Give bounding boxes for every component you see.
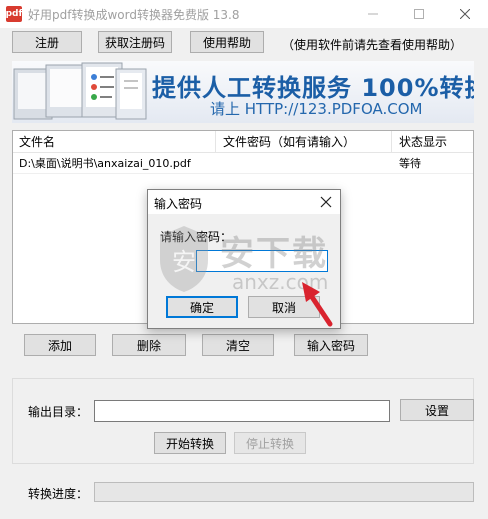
output-dir-label: 输出目录： [28,405,89,419]
register-button[interactable]: 注册 [12,31,82,53]
dialog-title: 输入密码 [154,197,203,211]
row-divider [13,173,473,174]
password-input[interactable] [196,250,328,272]
clear-button[interactable]: 清空 [202,334,274,356]
table-header: 文件名 文件密码（如有请输入） 状态显示 [13,131,473,153]
app-icon: pdf [6,6,22,22]
column-separator [391,131,392,153]
enter-password-button[interactable]: 输入密码 [294,334,368,356]
pointer-arrow-icon [302,282,333,327]
get-code-button[interactable]: 获取注册码 [98,31,172,53]
delete-button[interactable]: 删除 [112,334,186,356]
output-dir-input[interactable] [94,400,390,422]
column-header-filename[interactable]: 文件名 [19,131,55,153]
window-title: 好用pdf转换成word转换器免费版 13.8 [28,7,240,22]
password-prompt: 请输入密码： [160,230,233,244]
start-convert-button[interactable]: 开始转换 [154,432,226,454]
add-button[interactable]: 添加 [24,334,96,356]
minimize-button[interactable] [350,0,396,28]
banner: 提供人工转换服务 100%转换 请上 HTTP://123.PDFOA.COM [12,61,474,123]
minimize-icon [368,13,378,15]
cell-status: 等待 [399,157,421,170]
cell-filename: D:\桌面\说明书\anxaizai_010.pdf [19,157,191,170]
column-separator [215,131,216,153]
whiteboard-illustration [13,62,147,120]
stop-convert-button[interactable]: 停止转换 [234,432,306,454]
title-bar: pdf 好用pdf转换成word转换器免费版 13.8 [0,0,488,28]
convert-progress-bar [94,482,474,502]
window-controls [350,0,488,28]
ok-button[interactable]: 确定 [166,296,238,318]
close-button[interactable] [442,0,488,28]
settings-button[interactable]: 设置 [400,399,474,421]
table-row[interactable]: D:\桌面\说明书\anxaizai_010.pdf 等待 [13,155,473,173]
help-hint: （使用软件前请先查看使用帮助） [282,38,463,52]
column-header-status[interactable]: 状态显示 [399,131,447,153]
progress-label: 转换进度： [28,487,89,501]
maximize-icon [414,9,424,19]
help-button[interactable]: 使用帮助 [190,31,264,53]
close-icon [460,9,470,19]
column-header-password[interactable]: 文件密码（如有请输入） [223,131,355,153]
dialog-close-icon[interactable] [320,196,332,208]
maximize-button[interactable] [396,0,442,28]
banner-url[interactable]: 请上 HTTP://123.PDFOA.COM [210,98,422,119]
dialog-title-bar: 输入密码 [148,190,340,214]
